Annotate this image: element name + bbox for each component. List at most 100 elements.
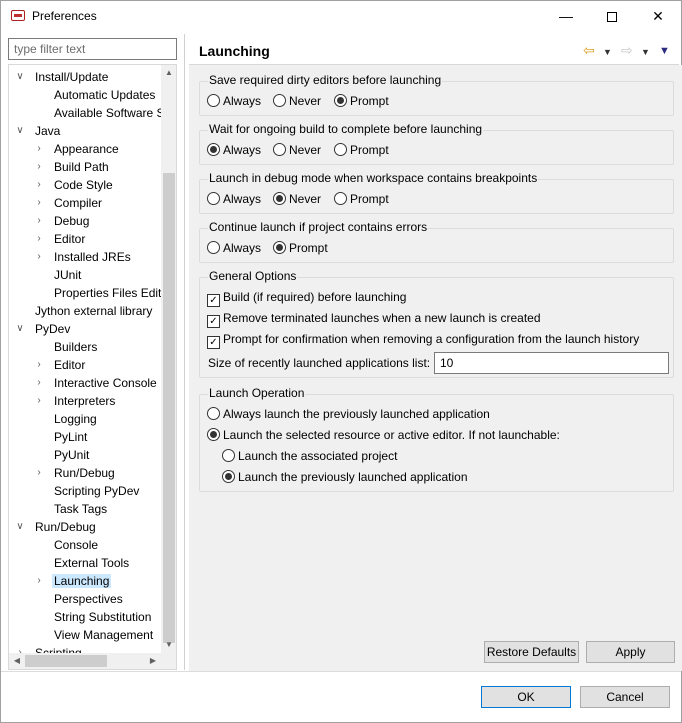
scroll-down-icon[interactable]: ▼ — [161, 637, 176, 653]
filter-input[interactable] — [8, 38, 177, 60]
tree-twisty[interactable]: ∨ — [15, 320, 25, 338]
tree-item[interactable]: Installed JREs — [52, 248, 133, 266]
launch-previous-application-radio[interactable]: Launch the previously launched applicati… — [222, 469, 468, 485]
collapsed-chevron-icon[interactable]: › — [34, 392, 44, 410]
dirty-editors-never-radio[interactable]: Never — [273, 93, 321, 109]
collapsed-chevron-icon[interactable]: › — [34, 248, 44, 266]
ongoing-build-never-radio[interactable]: Never — [273, 142, 321, 158]
tree-item[interactable]: Available Software S — [52, 104, 161, 122]
collapsed-chevron-icon[interactable]: › — [34, 356, 44, 374]
collapsed-chevron-icon[interactable]: › — [34, 374, 44, 392]
tree-item[interactable]: PyLint — [52, 428, 89, 446]
tree-item[interactable]: View Management — [52, 626, 155, 644]
back-history-dropdown-icon[interactable]: ▼ — [603, 45, 612, 59]
tree-item[interactable]: Code Style — [52, 176, 115, 194]
prompt-confirmation-checkbox[interactable]: ✓ Prompt for confirmation when removing a… — [207, 331, 639, 349]
tree-item[interactable]: String Substitution — [52, 608, 153, 626]
minimize-button[interactable]: — — [543, 1, 589, 31]
tree-item[interactable]: JUnit — [52, 266, 83, 284]
tree-twisty[interactable]: › — [34, 230, 44, 248]
maximize-button[interactable] — [589, 1, 635, 31]
dirty-editors-always-radio[interactable]: Always — [207, 93, 261, 109]
launch-associated-project-radio[interactable]: Launch the associated project — [222, 448, 397, 464]
tree-twisty[interactable]: ∨ — [15, 518, 25, 536]
tree-item[interactable]: Builders — [52, 338, 99, 356]
tree-twisty[interactable]: › — [34, 374, 44, 392]
tree-item[interactable]: Automatic Updates — [52, 86, 157, 104]
ok-button[interactable]: OK — [481, 686, 571, 708]
collapsed-chevron-icon[interactable]: › — [34, 212, 44, 230]
tree-twisty[interactable]: ∨ — [15, 122, 25, 140]
tree-item[interactable]: PyDev — [33, 320, 72, 338]
tree-item[interactable]: Compiler — [52, 194, 104, 212]
collapsed-chevron-icon[interactable]: › — [34, 572, 44, 590]
tree-item[interactable]: Properties Files Edito — [52, 284, 161, 302]
tree-item[interactable]: Jython external library — [33, 302, 154, 320]
tree-item[interactable]: Editor — [52, 356, 87, 374]
tree-item[interactable]: Interpreters — [52, 392, 117, 410]
tree-item[interactable]: Scripting — [33, 644, 84, 653]
project-errors-always-radio[interactable]: Always — [207, 240, 261, 256]
build-before-launching-checkbox[interactable]: ✓ Build (if required) before launching — [207, 289, 406, 307]
tree-item[interactable]: Install/Update — [33, 68, 110, 86]
debug-mode-always-radio[interactable]: Always — [207, 191, 261, 207]
tree-item[interactable]: Run/Debug — [52, 464, 117, 482]
collapsed-chevron-icon[interactable]: › — [34, 194, 44, 212]
tree-item[interactable]: Java — [33, 122, 62, 140]
ongoing-build-prompt-radio[interactable]: Prompt — [334, 142, 389, 158]
scroll-right-icon[interactable]: ▶ — [145, 653, 161, 669]
tree-twisty[interactable]: › — [15, 644, 25, 653]
expanded-chevron-icon[interactable]: ∨ — [15, 122, 25, 140]
tree-item[interactable]: Interactive Console — [52, 374, 159, 392]
forward-arrow-icon[interactable]: ⇨ — [621, 43, 633, 57]
horizontal-scroll-thumb[interactable] — [25, 655, 107, 667]
cancel-button[interactable]: Cancel — [580, 686, 670, 708]
history-size-input[interactable]: 10 — [434, 352, 669, 374]
title-bar[interactable]: Preferences — ✕ — [1, 1, 681, 31]
tree-twisty[interactable]: › — [34, 248, 44, 266]
tree-twisty[interactable]: › — [34, 212, 44, 230]
expanded-chevron-icon[interactable]: ∨ — [15, 518, 25, 536]
back-arrow-icon[interactable]: ⇦ — [583, 43, 595, 57]
tree-twisty[interactable]: › — [34, 392, 44, 410]
tree-twisty[interactable]: › — [34, 158, 44, 176]
tree-item[interactable]: Build Path — [52, 158, 111, 176]
expanded-chevron-icon[interactable]: ∨ — [15, 320, 25, 338]
restore-defaults-button[interactable]: Restore Defaults — [484, 641, 579, 663]
tree-twisty[interactable]: › — [34, 176, 44, 194]
launch-selected-resource-radio[interactable]: Launch the selected resource or active e… — [207, 427, 560, 443]
tree-item[interactable]: Editor — [52, 230, 87, 248]
forward-history-dropdown-icon[interactable]: ▼ — [641, 45, 650, 59]
expanded-chevron-icon[interactable]: ∨ — [15, 68, 25, 86]
collapsed-chevron-icon[interactable]: › — [34, 464, 44, 482]
apply-button[interactable]: Apply — [586, 641, 675, 663]
tree-twisty[interactable]: › — [34, 464, 44, 482]
scroll-left-icon[interactable]: ◀ — [9, 653, 25, 669]
tree-twisty[interactable]: › — [34, 572, 44, 590]
vertical-scroll-thumb[interactable] — [163, 173, 175, 643]
tree-horizontal-scrollbar[interactable]: ◀ ▶ — [9, 653, 161, 669]
tree-twisty[interactable]: › — [34, 194, 44, 212]
tree-item[interactable]: Perspectives — [52, 590, 125, 608]
debug-mode-prompt-radio[interactable]: Prompt — [334, 191, 389, 207]
tree-item[interactable]: Console — [52, 536, 100, 554]
collapsed-chevron-icon[interactable]: › — [34, 230, 44, 248]
project-errors-prompt-radio[interactable]: Prompt — [273, 240, 328, 256]
ongoing-build-always-radio[interactable]: Always — [207, 142, 261, 158]
tree-item[interactable]: Debug — [52, 212, 91, 230]
view-menu-icon[interactable]: ▼ — [659, 44, 670, 58]
close-button[interactable]: ✕ — [635, 1, 681, 31]
dirty-editors-prompt-radio[interactable]: Prompt — [334, 93, 389, 109]
always-launch-previous-radio[interactable]: Always launch the previously launched ap… — [207, 406, 490, 422]
tree-item[interactable]: Appearance — [52, 140, 121, 158]
tree-twisty[interactable]: ∨ — [15, 68, 25, 86]
pane-sash[interactable] — [184, 34, 185, 670]
tree-item[interactable]: Logging — [52, 410, 99, 428]
tree-item[interactable]: Scripting PyDev — [52, 482, 141, 500]
debug-mode-never-radio[interactable]: Never — [273, 191, 321, 207]
scroll-up-icon[interactable]: ▲ — [161, 65, 176, 81]
tree-twisty[interactable]: › — [34, 356, 44, 374]
collapsed-chevron-icon[interactable]: › — [34, 176, 44, 194]
collapsed-chevron-icon[interactable]: › — [34, 158, 44, 176]
tree-item[interactable]: External Tools — [52, 554, 131, 572]
